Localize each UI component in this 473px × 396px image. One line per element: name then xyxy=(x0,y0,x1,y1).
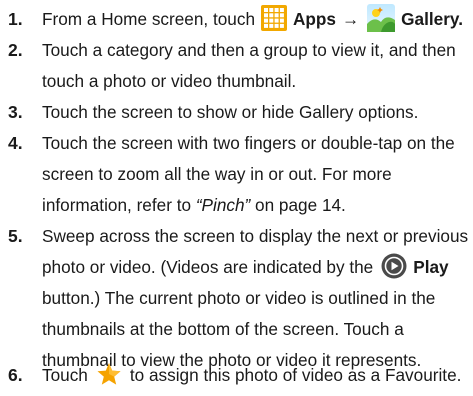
step-line: Touch to assign this photo of video as a… xyxy=(42,360,470,391)
play-label: Play xyxy=(413,257,449,277)
star-icon xyxy=(96,362,122,386)
step-number: 5. xyxy=(8,226,23,246)
step-line: Touch the screen to show or hide Gallery… xyxy=(42,102,419,122)
apps-label: Apps xyxy=(293,9,336,29)
step-line: screen to zoom all the way in or out. Fo… xyxy=(42,164,392,184)
step-text: Touch a category and then a group to vie… xyxy=(42,35,470,97)
pinch-reference-link[interactable]: “Pinch” xyxy=(196,195,250,215)
step-line: Sweep across the screen to display the n… xyxy=(42,226,469,246)
step-text: Touch to assign this photo of video as a… xyxy=(42,360,470,391)
step-number: 4. xyxy=(8,133,23,153)
apps-grid-icon xyxy=(261,5,288,32)
step-text: Touch the screen to show or hide Gallery… xyxy=(42,97,470,128)
step-line: thumbnails at the bottom of the screen. … xyxy=(42,319,404,339)
arrow: → xyxy=(341,9,360,29)
gallery-label: Gallery xyxy=(401,9,459,29)
step-text: From a Home screen, touch Apps → Gallery… xyxy=(42,4,470,35)
step-line: From a Home screen, touch Apps → Gallery… xyxy=(42,4,470,35)
step-number: 1. xyxy=(8,9,23,29)
instruction-list: 1. From a Home screen, touch Apps → Gall… xyxy=(0,0,473,394)
step-number: 3. xyxy=(8,102,23,122)
step-number: 2. xyxy=(8,40,23,60)
step-line: photo or video. (Videos are indicated by… xyxy=(42,252,470,283)
step-text: Sweep across the screen to display the n… xyxy=(42,221,470,376)
play-icon xyxy=(381,253,407,279)
step-number: 6. xyxy=(8,365,23,385)
step-line: Touch the screen with two fingers or dou… xyxy=(42,133,455,153)
gallery-icon xyxy=(367,4,396,33)
step-line: information, refer to “Pinch” on page 14… xyxy=(42,195,346,215)
step-line: button.) The current photo or video is o… xyxy=(42,288,436,308)
step-line: Touch a category and then a group to vie… xyxy=(42,40,456,60)
step-text: Touch the screen with two fingers or dou… xyxy=(42,128,470,221)
step-line: touch a photo or video thumbnail. xyxy=(42,71,297,91)
